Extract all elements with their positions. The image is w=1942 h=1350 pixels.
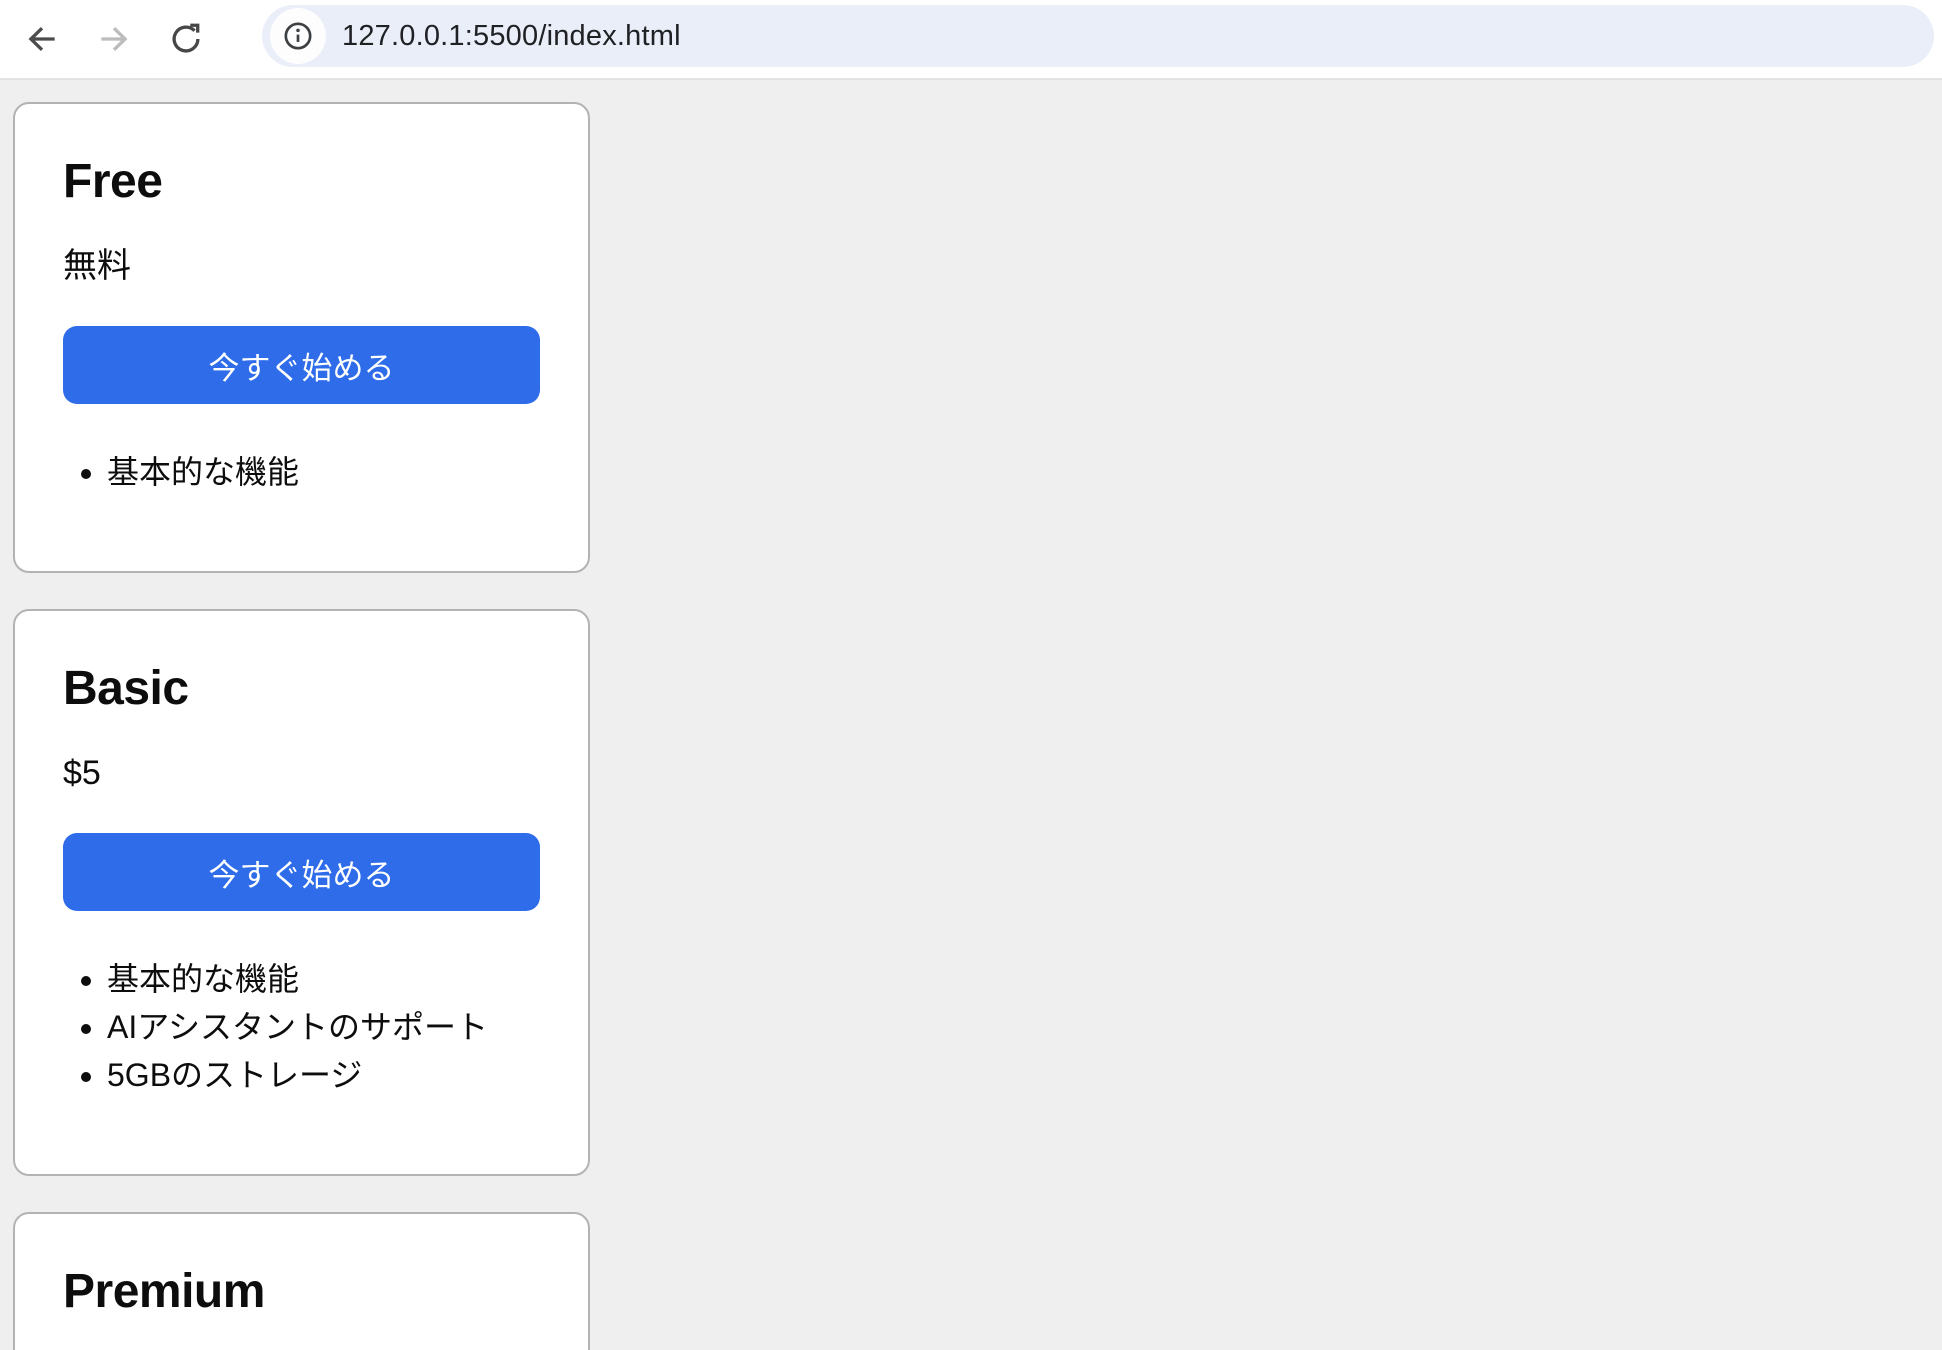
browser-toolbar: 127.0.0.1:5500/index.html — [0, 0, 1942, 80]
back-arrow-icon — [23, 20, 61, 58]
start-now-button[interactable]: 今すぐ始める — [63, 326, 540, 404]
start-now-button[interactable]: 今すぐ始める — [63, 833, 540, 911]
pricing-card-premium: Premium — [13, 1212, 590, 1350]
feature-item: 基本的な機能 — [107, 448, 540, 496]
plan-title: Free — [63, 154, 540, 210]
feature-list: 基本的な機能 — [63, 448, 540, 496]
back-button[interactable] — [20, 17, 64, 61]
pricing-card-free: Free 無料 今すぐ始める 基本的な機能 — [13, 102, 590, 573]
feature-item: 基本的な機能 — [107, 955, 540, 1003]
plan-price: 無料 — [63, 246, 540, 286]
feature-list: 基本的な機能AIアシスタントのサポート5GBのストレージ — [63, 955, 540, 1099]
address-bar[interactable]: 127.0.0.1:5500/index.html — [262, 5, 1934, 67]
reload-icon — [167, 20, 205, 58]
plan-title: Basic — [63, 661, 540, 717]
plan-title: Premium — [63, 1264, 540, 1320]
page-body: Free 無料 今すぐ始める 基本的な機能 Basic $5 今すぐ始める 基本… — [0, 80, 1942, 1350]
info-icon — [281, 19, 315, 53]
reload-button[interactable] — [164, 17, 208, 61]
feature-item: AIアシスタントのサポート — [107, 1003, 540, 1051]
plan-price: $5 — [63, 753, 540, 793]
pricing-card-basic: Basic $5 今すぐ始める 基本的な機能AIアシスタントのサポート5GBのス… — [13, 609, 590, 1176]
feature-item: 5GBのストレージ — [107, 1051, 540, 1099]
forward-button[interactable] — [92, 17, 136, 61]
url-text: 127.0.0.1:5500/index.html — [342, 20, 681, 53]
forward-arrow-icon — [95, 20, 133, 58]
site-info-button[interactable] — [270, 8, 326, 64]
